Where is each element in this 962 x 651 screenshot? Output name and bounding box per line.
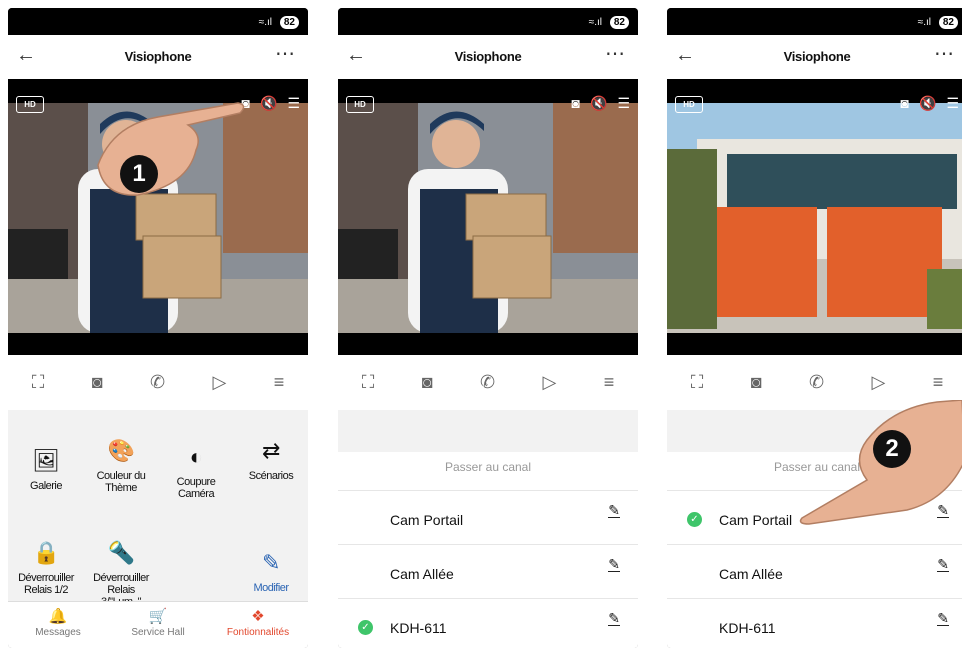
phone-screen-3: ≈.ıl 82 ← Visiophone ⋯ HD ◙ 🔇 ☰ ⛶ ◙ ✆ ▷ … — [667, 8, 962, 648]
app-header: ← Visiophone ⋯ — [667, 35, 962, 79]
battery-badge: 82 — [609, 16, 629, 29]
fullscreen-icon[interactable]: ⛶ — [362, 372, 375, 393]
gallery-icon: 🖼 — [32, 448, 60, 473]
signal-icon: ≈.ıl — [588, 17, 602, 28]
status-bar: ≈.ıl 82 — [338, 8, 638, 35]
step-badge-2: 2 — [873, 430, 911, 468]
gate-video-image — [667, 103, 962, 333]
feature-galerie[interactable]: 🖼 Galerie — [11, 448, 81, 492]
feature-camera-off[interactable]: ◐ Coupure Caméra — [161, 444, 231, 500]
video-feed: HD ◙ 🔇 ☰ 1 — [8, 79, 308, 355]
channel-sheet: Passer au canal Cam Portail ✎ Cam Allée … — [338, 452, 638, 648]
status-bar: ≈.ıl 82 — [8, 8, 308, 35]
page-title: Visiophone — [454, 49, 522, 64]
more-options-icon[interactable]: ⋯ — [934, 41, 955, 66]
palette-icon: 🎨 — [107, 438, 135, 463]
channel-item[interactable]: Cam Allée ✎ — [338, 545, 638, 599]
page-title: Visiophone — [124, 49, 192, 64]
video-feed: HD ◙ 🔇 ☰ — [667, 79, 962, 355]
channel-item[interactable]: Cam Allée ✎ — [667, 545, 962, 599]
tab-service-hall[interactable]: 🛒 Service Hall — [108, 602, 208, 648]
fullscreen-icon[interactable]: ⛶ — [691, 372, 704, 393]
app-header: ← Visiophone ⋯ — [8, 35, 308, 79]
edit-icon: ✎ — [262, 550, 280, 575]
channel-list-icon[interactable]: ☰ — [946, 96, 959, 111]
feature-scenarios[interactable]: ⇄ Scénarios — [236, 438, 306, 482]
record-icon[interactable]: ▷ — [872, 372, 886, 393]
mute-icon[interactable]: 🔇 — [260, 96, 277, 111]
control-bar: ⛶ ◙ ✆ ▷ ≡ — [338, 355, 638, 411]
hd-badge[interactable]: HD — [346, 96, 374, 113]
features-panel: 🖼 Galerie 🎨 Couleur du Thème ◐ Coupure C… — [8, 410, 308, 648]
hd-badge[interactable]: HD — [675, 96, 703, 113]
dropdown-icon[interactable]: ≡ — [274, 372, 285, 393]
more-options-icon[interactable]: ⋯ — [605, 41, 626, 66]
tab-messages[interactable]: 🔔 Messages — [8, 602, 108, 648]
dropdown-icon[interactable]: ≡ — [604, 372, 615, 393]
feature-unlock-relay-1-2[interactable]: 🔒 Déverrouiller Relais 1/2 — [11, 540, 81, 596]
phone-icon[interactable]: ✆ — [480, 372, 495, 393]
tab-fonctionnalites[interactable]: ❖ Fontionnalités — [208, 602, 308, 648]
phone-icon[interactable]: ✆ — [809, 372, 824, 393]
courier-video-image — [338, 103, 638, 333]
channel-item[interactable]: ✓ KDH-611 ✎ — [338, 599, 638, 648]
app-header: ← Visiophone ⋯ — [338, 35, 638, 79]
edit-icon[interactable]: ✎ — [608, 503, 620, 518]
edit-icon[interactable]: ✎ — [937, 611, 949, 626]
feature-modifier[interactable]: ✎ Modifier — [236, 550, 306, 594]
mute-icon[interactable]: 🔇 — [919, 96, 936, 111]
record-icon[interactable]: ▷ — [213, 372, 227, 393]
fullscreen-icon[interactable]: ⛶ — [32, 372, 45, 393]
features-icon: ❖ — [251, 608, 265, 625]
flashlight-icon: 🔦 — [107, 540, 135, 565]
status-bar: ≈.ıl 82 — [667, 8, 962, 35]
signal-icon: ≈.ıl — [917, 17, 931, 28]
hd-badge[interactable]: HD — [16, 96, 44, 113]
phone-icon[interactable]: ✆ — [150, 372, 165, 393]
channel-item[interactable]: Cam Portail ✎ — [338, 491, 638, 545]
edit-icon[interactable]: ✎ — [608, 611, 620, 626]
mute-icon[interactable]: 🔇 — [590, 96, 607, 111]
channel-list-icon[interactable]: ☰ — [287, 96, 300, 111]
pointing-hand-icon — [97, 102, 245, 196]
step-badge-1: 1 — [120, 155, 158, 193]
snapshot-icon[interactable]: ◙ — [751, 372, 762, 393]
battery-badge: 82 — [938, 16, 958, 29]
feature-theme-color[interactable]: 🎨 Couleur du Thème — [86, 438, 156, 494]
sheet-title: Passer au canal — [338, 452, 638, 491]
feature-unlock-relay-3[interactable]: 🔦 Déverrouiller Relais 3/"Lum.." — [86, 540, 156, 608]
shield-icon: ◐ — [189, 444, 203, 469]
channel-item[interactable]: KDH-611 ✎ — [667, 599, 962, 648]
page-title: Visiophone — [783, 49, 851, 64]
cart-icon: 🛒 — [148, 608, 168, 625]
phone-screen-1: ≈.ıl 82 ← Visiophone ⋯ HD ◙ 🔇 ☰ 1 ⛶ ◙ ✆ … — [8, 8, 308, 648]
lock-icon: 🔒 — [32, 540, 60, 565]
phone-screen-2: ≈.ıl 82 ← Visiophone ⋯ HD ◙ 🔇 ☰ ⛶ ◙ ✆ ▷ … — [338, 8, 638, 648]
snapshot-icon[interactable]: ◙ — [422, 372, 433, 393]
channel-list-icon[interactable]: ☰ — [617, 96, 630, 111]
battery-badge: 82 — [279, 16, 299, 29]
check-icon: ✓ — [358, 620, 373, 635]
bell-icon: 🔔 — [48, 608, 68, 625]
video-feed: HD ◙ 🔇 ☰ — [338, 79, 638, 355]
camera-icon[interactable]: ◙ — [901, 96, 909, 111]
control-bar: ⛶ ◙ ✆ ▷ ≡ — [8, 355, 308, 411]
signal-icon: ≈.ıl — [258, 17, 272, 28]
dropdown-icon[interactable]: ≡ — [933, 372, 944, 393]
check-icon: ✓ — [687, 512, 702, 527]
record-icon[interactable]: ▷ — [543, 372, 557, 393]
camera-icon[interactable]: ◙ — [572, 96, 580, 111]
edit-icon[interactable]: ✎ — [608, 557, 620, 572]
scenario-icon: ⇄ — [262, 438, 280, 463]
edit-icon[interactable]: ✎ — [937, 557, 949, 572]
snapshot-icon[interactable]: ◙ — [92, 372, 103, 393]
more-options-icon[interactable]: ⋯ — [275, 41, 296, 66]
tab-bar: 🔔 Messages 🛒 Service Hall ❖ Fontionnalités — [8, 601, 308, 648]
pointing-hand-icon — [799, 400, 962, 525]
